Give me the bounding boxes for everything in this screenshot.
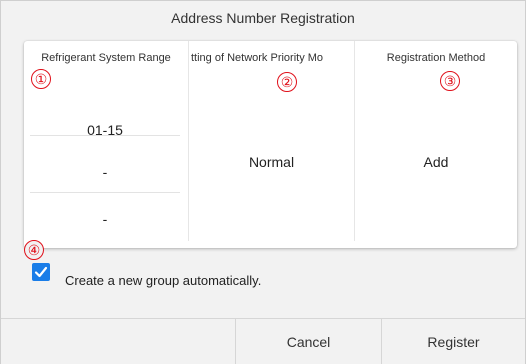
- column-refrigerant-range: Refrigerant System Range ① 01-15 - -: [24, 41, 188, 241]
- row-divider: [30, 192, 180, 193]
- auto-group-checkbox[interactable]: [32, 263, 50, 281]
- registration-method-value[interactable]: Add: [355, 154, 517, 170]
- marker-2: ②: [277, 72, 297, 92]
- register-button[interactable]: Register: [381, 319, 525, 364]
- footer-empty-slot: [1, 319, 235, 364]
- marker-4: ④: [24, 240, 44, 260]
- priority-mode-value[interactable]: Normal: [189, 154, 354, 170]
- auto-group-label[interactable]: Create a new group automatically.: [65, 273, 261, 288]
- column-header-network-priority: tting of Network Priority Mo: [191, 52, 324, 64]
- column-header-refrigerant-range: Refrigerant System Range: [41, 52, 171, 64]
- marker-3: ③: [440, 71, 460, 91]
- address-registration-dialog: Address Number Registration Refrigerant …: [0, 0, 526, 364]
- dialog-footer: Cancel Register: [1, 318, 525, 364]
- registration-table: Refrigerant System Range ① 01-15 - - tti…: [24, 41, 517, 248]
- column-network-priority: tting of Network Priority Mo ② Normal: [188, 41, 354, 241]
- column-registration-method: Registration Method ③ Add: [354, 41, 517, 241]
- row-divider: [30, 135, 180, 136]
- dialog-title: Address Number Registration: [171, 10, 355, 26]
- range-value[interactable]: -: [30, 164, 180, 180]
- checkmark-icon: [34, 266, 48, 278]
- range-value[interactable]: -: [30, 211, 180, 227]
- column-header-registration-method: Registration Method: [386, 52, 486, 64]
- cancel-button[interactable]: Cancel: [235, 319, 381, 364]
- marker-1: ①: [31, 69, 51, 89]
